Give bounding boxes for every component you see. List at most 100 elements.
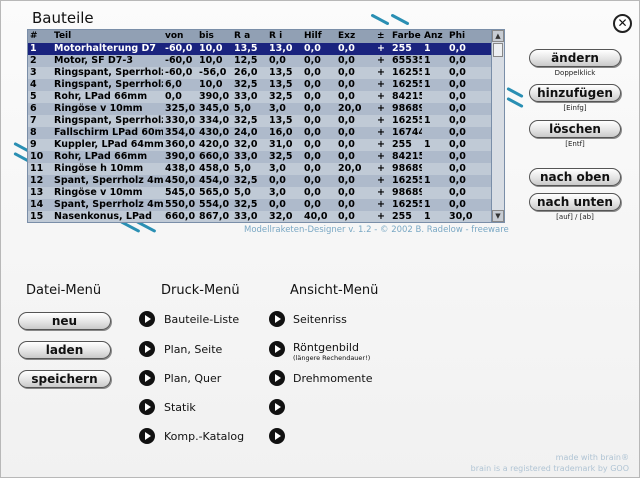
table-cell: 10,0: [199, 79, 223, 90]
table-cell: 660,0: [199, 151, 230, 162]
print-plan-cross-button[interactable]: [139, 370, 155, 386]
table-cell: +: [377, 199, 385, 210]
print-component-catalog-label[interactable]: Komp.-Katalog: [164, 430, 244, 443]
col-header[interactable]: bis: [197, 30, 232, 43]
table-row[interactable]: 4 Ringspant, Sperrholz 6,0 10,0 32,5 13,5 0,0 0…: [28, 79, 504, 91]
table-cell: 450,0: [165, 175, 196, 186]
table-cell: 32,0: [234, 139, 258, 150]
move-up-button[interactable]: nach oben: [529, 168, 621, 186]
table-cell: 13,5: [269, 67, 293, 78]
table-cell: +: [377, 127, 385, 138]
edit-button[interactable]: ändern: [529, 49, 621, 67]
view-empty-button[interactable]: [269, 399, 285, 415]
print-statics-label[interactable]: Statik: [164, 401, 196, 414]
col-header[interactable]: #: [28, 30, 52, 43]
table-row[interactable]: 3 Ringspant, Sperrholz -60,0 -56,0 26,0 13,5 0…: [28, 67, 504, 79]
col-header[interactable]: Anz: [422, 30, 447, 43]
col-header[interactable]: Hilf: [302, 30, 336, 43]
table-cell: 0,0: [449, 91, 466, 102]
table-cell: Fallschirm LPad 60mm: [54, 127, 163, 138]
table-cell: Ringspant, Sperrholz: [54, 79, 163, 90]
scroll-thumb[interactable]: [493, 43, 503, 57]
table-cell: 0,0: [338, 211, 355, 222]
table-cell: 1: [424, 139, 431, 150]
print-plan-side-label[interactable]: Plan, Seite: [164, 343, 222, 356]
col-header[interactable]: Exz: [336, 30, 375, 43]
scroll-up-icon[interactable]: ▲: [492, 30, 504, 42]
col-header[interactable]: Phi: [447, 30, 474, 43]
table-cell: 0,0: [449, 79, 466, 90]
table-row[interactable]: 13 Ringöse v 10mm 545,0 565,0 5,0 3,0 0,0 0,0 +9…: [28, 187, 504, 199]
table-cell: 0,0: [449, 55, 466, 66]
view-torque-label[interactable]: Drehmomente: [293, 372, 372, 385]
table-row[interactable]: 15 Nasenkonus, LPad 660,0 867,0 33,0 32,0 40,0…: [28, 211, 504, 222]
table-cell: 24,0: [234, 127, 258, 138]
table-cell: Spant, Sperrholz 4mm: [54, 175, 163, 186]
table-cell: 0,0: [304, 91, 321, 102]
table-row[interactable]: 2 Motor, SF D7-3 -60,0 10,0 12,5 0,0 0,0 0,0 +65…: [28, 55, 504, 67]
table-cell: 16,0: [269, 127, 293, 138]
col-header[interactable]: ±: [375, 30, 390, 43]
table-cell: 30,0: [449, 211, 473, 222]
table-row[interactable]: 8 Fallschirm LPad 60mm 354,0 430,0 24,0 16,0 0…: [28, 127, 504, 139]
table-cell: 1: [30, 43, 37, 54]
load-button[interactable]: laden: [18, 341, 111, 359]
table-cell: 458,0: [199, 163, 230, 174]
col-header[interactable]: von: [163, 30, 197, 43]
table-cell: 420,0: [199, 139, 230, 150]
table-cell: +: [377, 67, 385, 78]
print-parts-list-button[interactable]: [139, 311, 155, 327]
table-cell: 8421501: [392, 91, 422, 102]
table-cell: 3,0: [269, 187, 286, 198]
view-xray-label[interactable]: Röntgenbild: [293, 341, 359, 354]
table-row[interactable]: 6 Ringöse v 10mm 325,0 345,0 5,0 3,0 0,0 20,0 +9…: [28, 103, 504, 115]
print-statics-button[interactable]: [139, 399, 155, 415]
view-side-elevation-button[interactable]: [269, 311, 285, 327]
scroll-down-icon[interactable]: ▼: [492, 210, 504, 222]
table-row[interactable]: 7 Ringspant, Sperrholz 330,0 334,0 32,5 13,5 0…: [28, 115, 504, 127]
delete-button[interactable]: löschen: [529, 120, 621, 138]
print-menu-title: Druck-Menü: [161, 283, 240, 298]
new-button[interactable]: neu: [18, 312, 111, 330]
move-down-button[interactable]: nach unten: [529, 193, 621, 211]
table-row[interactable]: 12 Spant, Sperrholz 4mm 450,0 454,0 32,5 0,0 0…: [28, 175, 504, 187]
col-header[interactable]: R i: [267, 30, 302, 43]
table-row[interactable]: 11 Ringöse h 10mm 438,0 458,0 5,0 3,0 0,0 20,0 +…: [28, 163, 504, 175]
table-cell: 354,0: [165, 127, 196, 138]
table-row[interactable]: 14 Spant, Sperrholz 4mm 550,0 554,0 32,5 0,0 0…: [28, 199, 504, 211]
table-cell: 13,0: [269, 43, 293, 54]
view-empty-button[interactable]: [269, 428, 285, 444]
view-torque-button[interactable]: [269, 370, 285, 386]
table-cell: 0,0: [304, 115, 321, 126]
table-cell: 554,0: [199, 199, 230, 210]
table-cell: 0,0: [449, 67, 466, 78]
col-header[interactable]: Teil: [52, 30, 163, 43]
col-header[interactable]: Farbe: [390, 30, 422, 43]
table-cell: 0,0: [304, 67, 321, 78]
table-row[interactable]: 10 Rohr, LPad 66mm 390,0 660,0 33,0 32,5 0,0 0,…: [28, 151, 504, 163]
table-cell: [422, 151, 447, 163]
table-row[interactable]: 1 Motorhalterung D7 -60,0 10,0 13,5 13,0 0,0 0,…: [28, 43, 504, 55]
print-parts-list-label[interactable]: Bauteile-Liste: [164, 313, 239, 326]
table-cell: 16255: [392, 115, 422, 126]
table-cell: +: [377, 163, 385, 174]
add-button[interactable]: hinzufügen: [529, 84, 621, 102]
app-window: Bauteile ✕ # Teil von bis R a R i Hilf E…: [0, 0, 640, 478]
table-row[interactable]: 9 Kuppler, LPad 64mm 360,0 420,0 32,0 31,0 0,0…: [28, 139, 504, 151]
col-header[interactable]: R a: [232, 30, 267, 43]
table-cell: 13,5: [269, 79, 293, 90]
table-cell: [422, 163, 447, 175]
save-button[interactable]: speichern: [18, 370, 111, 388]
print-plan-side-button[interactable]: [139, 341, 155, 357]
table-cell: 0,0: [449, 163, 466, 174]
view-side-elevation-label[interactable]: Seitenriss: [293, 313, 347, 326]
print-plan-cross-label[interactable]: Plan, Quer: [164, 372, 221, 385]
table-scrollbar[interactable]: ▲ ▼: [491, 30, 504, 222]
close-icon[interactable]: ✕: [613, 14, 632, 33]
table-cell: 438,0: [165, 163, 196, 174]
table-cell: 3: [30, 67, 37, 78]
table-cell: 0,0: [165, 91, 182, 102]
view-xray-button[interactable]: [269, 341, 285, 357]
table-row[interactable]: 5 Rohr, LPad 66mm 0,0 390,0 33,0 32,5 0,0 0,0 +8…: [28, 91, 504, 103]
print-component-catalog-button[interactable]: [139, 428, 155, 444]
